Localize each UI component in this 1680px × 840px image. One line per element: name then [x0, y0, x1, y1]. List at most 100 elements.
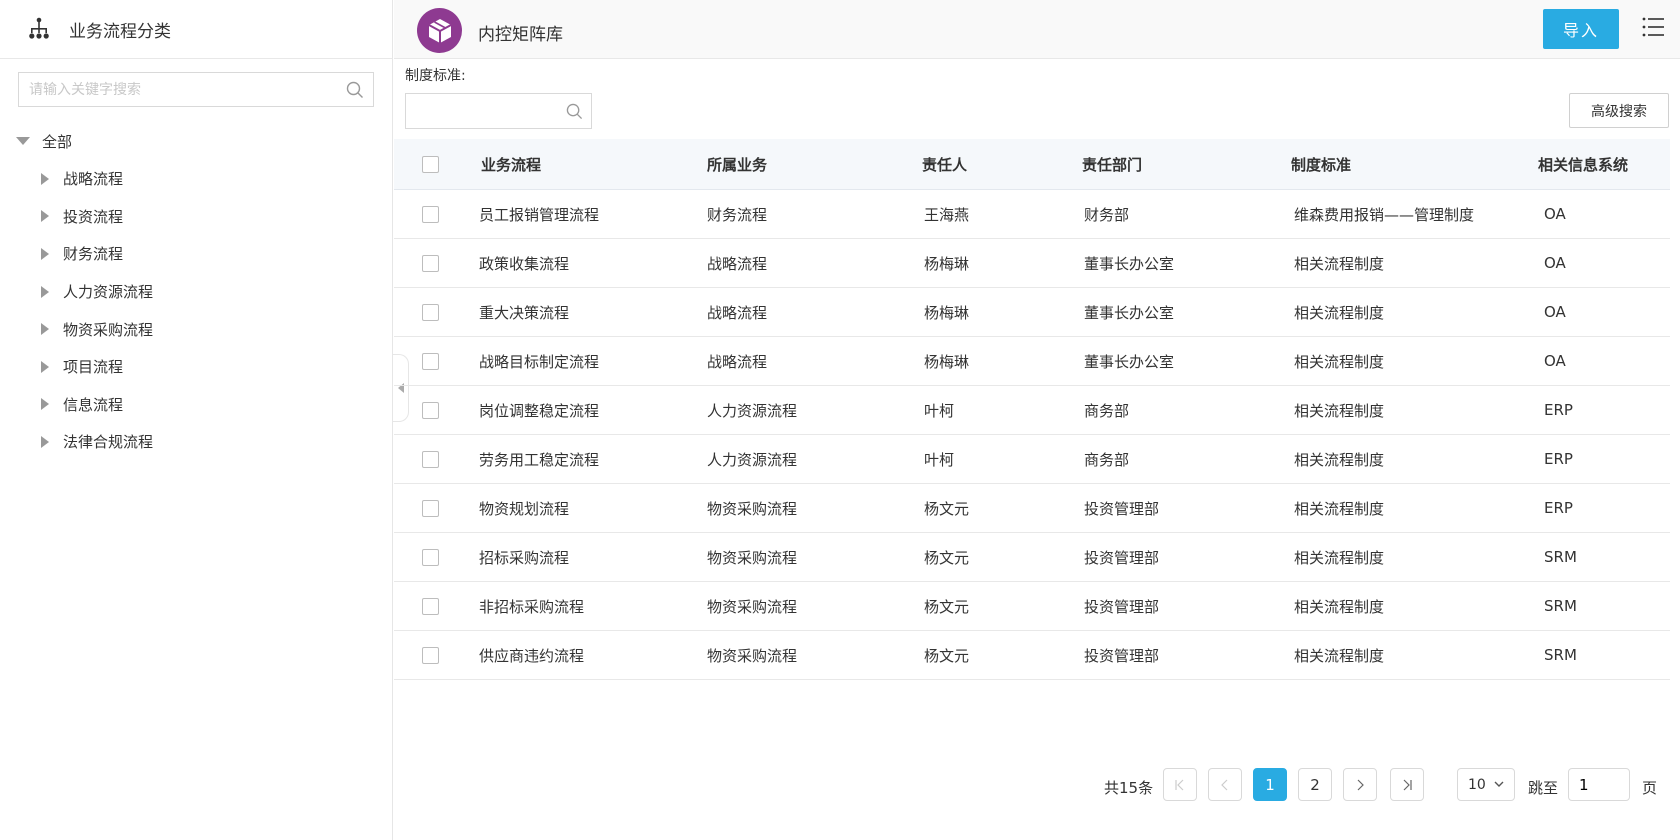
- table-cell: 王海燕: [924, 205, 970, 224]
- caret-right-icon[interactable]: [41, 285, 49, 298]
- app-logo: [417, 8, 462, 53]
- table-cell: 杨文元: [924, 646, 970, 665]
- table-cell: SRM: [1544, 548, 1577, 566]
- table-cell: 物资采购流程: [707, 597, 798, 616]
- table-row[interactable]: 物资规划流程 物资采购流程 杨文元 投资管理部 相关流程制度 ERP: [394, 484, 1670, 533]
- prev-page-button[interactable]: [1208, 768, 1242, 801]
- table-row[interactable]: 非招标采购流程 物资采购流程 杨文元 投资管理部 相关流程制度 SRM: [394, 582, 1670, 631]
- tree-node[interactable]: 信息流程: [0, 386, 392, 424]
- row-checkbox[interactable]: [422, 499, 439, 517]
- caret-right-icon[interactable]: [41, 398, 49, 411]
- table-cell: 员工报销管理流程: [479, 205, 600, 224]
- page-button-2[interactable]: 2: [1298, 768, 1332, 801]
- process-table: 业务流程 所属业务 责任人 责任部门 制度标准 相关信息系统 员工报销管理流程 财…: [394, 139, 1670, 680]
- column-header: 制度标准: [1291, 155, 1352, 174]
- standard-filter-input[interactable]: [406, 94, 556, 128]
- row-checkbox[interactable]: [422, 646, 439, 664]
- search-icon[interactable]: [346, 81, 364, 99]
- row-checkbox[interactable]: [422, 254, 439, 272]
- table-cell: 岗位调整稳定流程: [479, 401, 600, 420]
- page-size-value: 10: [1468, 776, 1486, 793]
- table-cell: 相关流程制度: [1294, 303, 1385, 322]
- table-cell: 战略流程: [707, 254, 768, 273]
- caret-right-icon[interactable]: [41, 210, 49, 223]
- table-cell: 杨梅琳: [924, 303, 970, 322]
- row-checkbox[interactable]: [422, 205, 439, 223]
- table-cell: 相关流程制度: [1294, 352, 1385, 371]
- table-cell: 商务部: [1084, 450, 1130, 469]
- app-title: 内控矩阵库: [478, 25, 563, 45]
- sidebar: 业务流程分类 全部 战略流程投资流程财务流程人力资源流程物资采购流程项目流程信息…: [0, 0, 393, 840]
- sidebar-title: 业务流程分类: [69, 21, 171, 42]
- caret-right-icon[interactable]: [41, 360, 49, 373]
- tree-node[interactable]: 战略流程: [0, 160, 392, 198]
- category-tree: 全部 战略流程投资流程 财务流程人力资源流程物资采购流程 项目流程信息流程法律合规流…: [0, 122, 392, 461]
- page-button-1[interactable]: 1: [1253, 768, 1287, 801]
- row-checkbox[interactable]: [422, 597, 439, 615]
- tree-node-label: 全部: [42, 132, 73, 151]
- tree-node[interactable]: 法律合规流程: [0, 423, 392, 461]
- caret-down-icon[interactable]: [16, 137, 30, 145]
- table-row[interactable]: 劳务用工稳定流程 人力资源流程 叶柯 商务部 相关流程制度 ERP: [394, 435, 1670, 484]
- row-checkbox[interactable]: [422, 450, 439, 468]
- table-cell: 相关流程制度: [1294, 450, 1385, 469]
- tree-node[interactable]: 项目流程: [0, 348, 392, 386]
- table-cell: 杨梅琳: [924, 254, 970, 273]
- table-row[interactable]: 员工报销管理流程 财务流程 王海燕 财务部 维森费用报销——管理制度 OA: [394, 190, 1670, 239]
- table-cell: ERP: [1544, 401, 1573, 419]
- last-page-button[interactable]: [1390, 768, 1424, 801]
- tree-node-all[interactable]: 全部: [0, 122, 392, 160]
- filter-label: 制度标准:: [405, 68, 466, 84]
- advanced-search-button[interactable]: 高级搜索: [1569, 93, 1669, 128]
- caret-right-icon[interactable]: [41, 247, 49, 260]
- table-row[interactable]: 供应商违约流程 物资采购流程 杨文元 投资管理部 相关流程制度 SRM: [394, 631, 1670, 680]
- row-checkbox[interactable]: [422, 352, 439, 370]
- caret-right-icon[interactable]: [41, 323, 49, 336]
- table-cell: 叶柯: [924, 401, 955, 420]
- tree-node[interactable]: 物资采购流程: [0, 310, 392, 348]
- table-cell: 战略目标制定流程: [479, 352, 600, 371]
- row-checkbox[interactable]: [422, 303, 439, 321]
- table-cell: 相关流程制度: [1294, 254, 1385, 273]
- total-count: 共15条: [1104, 779, 1154, 797]
- table-cell: 财务部: [1084, 205, 1130, 224]
- row-checkbox[interactable]: [422, 548, 439, 566]
- tree-node[interactable]: 财务流程: [0, 235, 392, 273]
- table-cell: OA: [1544, 205, 1566, 223]
- table-cell: SRM: [1544, 597, 1577, 615]
- table-row[interactable]: 战略目标制定流程 战略流程 杨梅琳 董事长办公室 相关流程制度 OA: [394, 337, 1670, 386]
- page-size-select[interactable]: 10: [1457, 768, 1515, 801]
- goto-page-input[interactable]: [1568, 768, 1630, 801]
- table-cell: 杨文元: [924, 548, 970, 567]
- caret-right-icon[interactable]: [41, 172, 49, 185]
- caret-right-icon[interactable]: [41, 435, 49, 448]
- sidebar-search-input[interactable]: [19, 73, 329, 106]
- select-all-checkbox[interactable]: [422, 155, 439, 173]
- table-cell: OA: [1544, 352, 1566, 370]
- row-checkbox[interactable]: [422, 401, 439, 419]
- tree-node-label: 信息流程: [63, 395, 124, 414]
- table-row[interactable]: 重大决策流程 战略流程 杨梅琳 董事长办公室 相关流程制度 OA: [394, 288, 1670, 337]
- table-cell: 维森费用报销——管理制度: [1294, 205, 1475, 224]
- tree-node-label: 人力资源流程: [63, 283, 154, 302]
- table-row[interactable]: 政策收集流程 战略流程 杨梅琳 董事长办公室 相关流程制度 OA: [394, 239, 1670, 288]
- table-cell: 投资管理部: [1084, 548, 1160, 567]
- first-page-button[interactable]: [1163, 768, 1197, 801]
- page-unit-label: 页: [1642, 779, 1658, 797]
- table-cell: 投资管理部: [1084, 597, 1160, 616]
- filter-search-box: [405, 93, 592, 129]
- table-cell: OA: [1544, 303, 1566, 321]
- table-cell: 相关流程制度: [1294, 646, 1385, 665]
- table-row[interactable]: 岗位调整稳定流程 人力资源流程 叶柯 商务部 相关流程制度 ERP: [394, 386, 1670, 435]
- table-row[interactable]: 招标采购流程 物资采购流程 杨文元 投资管理部 相关流程制度 SRM: [394, 533, 1670, 582]
- list-menu-icon[interactable]: [1641, 15, 1665, 39]
- search-icon[interactable]: [566, 103, 583, 120]
- main-header: 内控矩阵库 导入: [394, 0, 1680, 59]
- import-button[interactable]: 导入: [1543, 9, 1619, 49]
- next-page-button[interactable]: [1343, 768, 1377, 801]
- tree-node-label: 战略流程: [63, 170, 124, 189]
- tree-node[interactable]: 投资流程: [0, 198, 392, 236]
- table-cell: 物资采购流程: [707, 646, 798, 665]
- tree-node[interactable]: 人力资源流程: [0, 273, 392, 311]
- table-cell: 物资采购流程: [707, 499, 798, 518]
